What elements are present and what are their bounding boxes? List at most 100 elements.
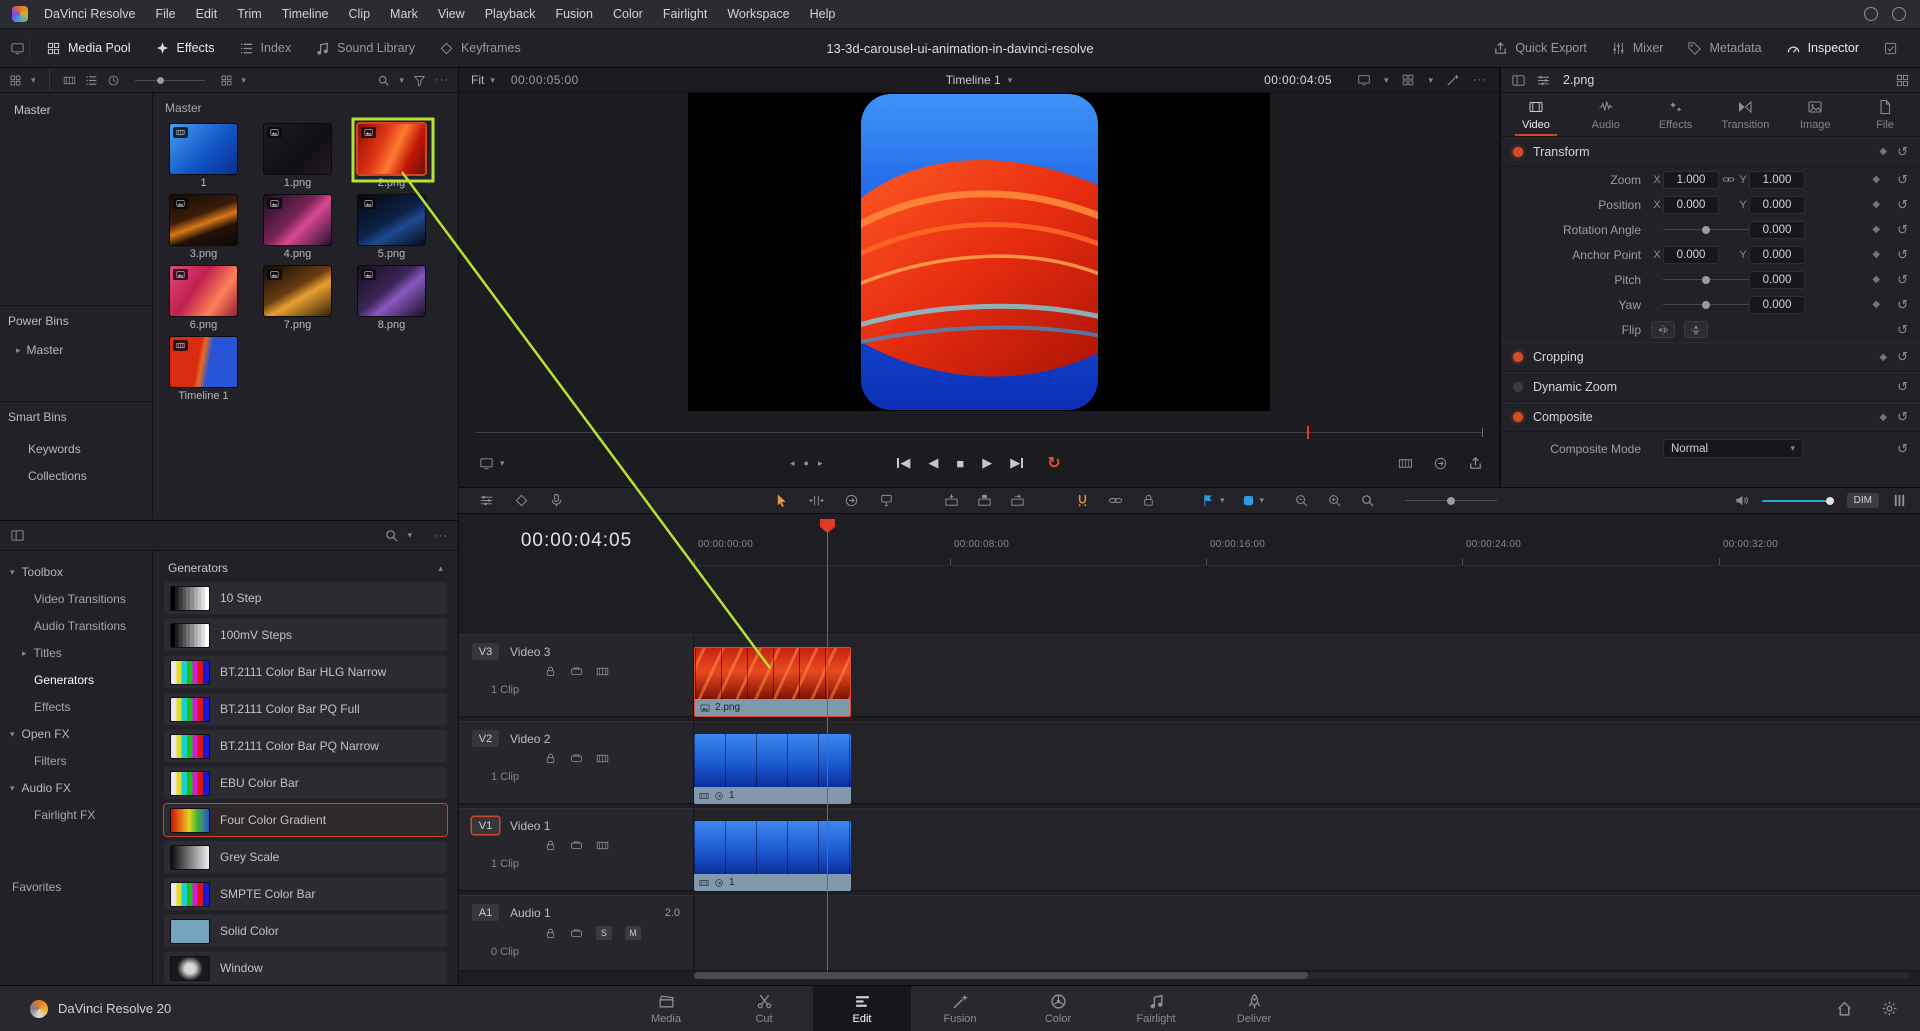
sort-icon[interactable]: [220, 74, 233, 87]
menu-help[interactable]: Help: [800, 0, 846, 29]
timeline-zoom-slider[interactable]: [1405, 494, 1497, 508]
keyframe-icon[interactable]: ◆: [1872, 274, 1880, 285]
keyframe-icon[interactable]: ◆: [1872, 174, 1880, 185]
yaw-input[interactable]: 0.000: [1749, 296, 1805, 314]
chevron-down-icon[interactable]: ▾: [1220, 496, 1225, 505]
chevron-down-icon[interactable]: ▾: [1428, 76, 1433, 85]
metadata-button[interactable]: Metadata: [1675, 29, 1773, 67]
track-enable-icon[interactable]: [596, 839, 609, 852]
generator-item[interactable]: Window: [163, 951, 448, 985]
chevron-up-icon[interactable]: ▴: [438, 564, 443, 573]
transform-enable-toggle[interactable]: [1513, 147, 1523, 157]
list-view-icon[interactable]: [85, 74, 98, 87]
category-audio-transitions[interactable]: Audio Transitions: [0, 613, 152, 640]
track-enable-icon[interactable]: [596, 665, 609, 678]
solo-button[interactable]: S: [596, 926, 612, 940]
chevron-down-icon[interactable]: ▾: [407, 531, 412, 540]
zoom-y-input[interactable]: 1.000: [1749, 171, 1805, 189]
category-generators[interactable]: Generators: [0, 667, 152, 694]
timeline-horizontal-scrollbar[interactable]: [694, 972, 1910, 979]
thumbnail-size-slider[interactable]: [135, 74, 205, 87]
track-header-v1[interactable]: V1 Video 1 1 Clip: [459, 808, 694, 891]
effects-button[interactable]: Effects: [143, 29, 227, 67]
tab-video[interactable]: Video: [1501, 93, 1571, 136]
keyframe-icon[interactable]: ◆: [1879, 146, 1887, 157]
category-open-fx[interactable]: ▾Open FX: [0, 721, 152, 748]
reset-icon[interactable]: ↺: [1897, 379, 1908, 395]
track-name[interactable]: Video 3: [510, 645, 550, 659]
media-clip[interactable]: 7.png: [263, 265, 332, 331]
position-lock-icon[interactable]: [1141, 493, 1156, 508]
media-clip[interactable]: 3.png: [169, 194, 238, 260]
transform-section-header[interactable]: Transform ◆ ↺: [1501, 137, 1920, 167]
position-x-input[interactable]: 0.000: [1663, 196, 1719, 214]
page-fairlight[interactable]: Fairlight: [1107, 986, 1205, 1031]
page-deliver[interactable]: Deliver: [1205, 986, 1303, 1031]
generator-item[interactable]: Solid Color: [163, 914, 448, 948]
reset-icon[interactable]: ↺: [1897, 272, 1908, 288]
track-lane-v3[interactable]: 2.png: [694, 634, 1920, 717]
match-frame-icon[interactable]: [1398, 456, 1413, 471]
composite-enable-toggle[interactable]: [1513, 412, 1523, 422]
track-badge[interactable]: V2: [472, 730, 499, 747]
media-clip[interactable]: 1.png: [263, 123, 332, 189]
go-to-last-frame-button[interactable]: ▶: [1010, 455, 1023, 471]
media-pool-menu-icon[interactable]: ···: [435, 74, 449, 86]
jog-dot-icon[interactable]: ●: [804, 458, 809, 468]
panel-toggle-icon[interactable]: [10, 528, 25, 543]
smart-bins-header[interactable]: Smart Bins: [8, 410, 67, 424]
auto-select-icon[interactable]: [570, 665, 583, 678]
audio-monitor-speaker-icon[interactable]: [1734, 493, 1749, 508]
menu-fusion[interactable]: Fusion: [545, 0, 603, 29]
link-xy-icon[interactable]: [1722, 173, 1735, 186]
gang-viewers-icon[interactable]: [1433, 456, 1448, 471]
sound-library-button[interactable]: Sound Library: [303, 29, 427, 67]
reset-icon[interactable]: ↺: [1897, 197, 1908, 213]
effects-menu-icon[interactable]: ···: [434, 530, 448, 542]
generator-item[interactable]: 100mV Steps: [163, 618, 448, 652]
track-badge[interactable]: V3: [472, 643, 499, 660]
menu-playback[interactable]: Playback: [475, 0, 546, 29]
play-reverse-button[interactable]: ◀: [928, 455, 938, 471]
smart-bin-keywords[interactable]: Keywords: [28, 442, 81, 456]
zoom-full-extent-icon[interactable]: [1294, 493, 1309, 508]
smart-bin-collections[interactable]: Collections: [28, 469, 87, 483]
generator-item[interactable]: BT.2111 Color Bar PQ Narrow: [163, 729, 448, 763]
zoom-x-input[interactable]: 1.000: [1663, 171, 1719, 189]
category-toolbox[interactable]: ▾Toolbox: [0, 559, 152, 586]
page-media[interactable]: Media: [617, 986, 715, 1031]
timeline-view-options-icon[interactable]: [479, 493, 494, 508]
track-badge[interactable]: A1: [472, 904, 499, 921]
rotation-input[interactable]: 0.000: [1749, 221, 1805, 239]
thumbnail-view-icon[interactable]: [9, 74, 22, 87]
playhead-line[interactable]: [827, 528, 828, 971]
timeline-ruler[interactable]: 00:00:00:00 00:00:08:00 00:00:16:00 00:0…: [694, 514, 1920, 566]
generator-item-selected[interactable]: Four Color Gradient: [163, 803, 448, 837]
pitch-slider[interactable]: [1663, 271, 1749, 289]
keyframe-icon[interactable]: ◆: [1872, 299, 1880, 310]
rotation-slider[interactable]: [1663, 221, 1749, 239]
track-header-v3[interactable]: V3 Video 3 1 Clip: [459, 634, 694, 717]
page-cut[interactable]: Cut: [715, 986, 813, 1031]
tab-file[interactable]: File: [1850, 93, 1920, 136]
go-to-first-frame-button[interactable]: ◀: [897, 455, 910, 471]
reset-icon[interactable]: ↺: [1897, 172, 1908, 188]
track-lock-icon[interactable]: [544, 927, 557, 940]
generator-item[interactable]: 10 Step: [163, 581, 448, 615]
page-color[interactable]: Color: [1009, 986, 1107, 1031]
panel-layout-button[interactable]: [1871, 29, 1910, 67]
menu-clip[interactable]: Clip: [339, 0, 381, 29]
generator-item[interactable]: SMPTE Color Bar: [163, 877, 448, 911]
chevron-down-icon[interactable]: ▾: [1260, 496, 1265, 505]
generator-item[interactable]: BT.2111 Color Bar PQ Full: [163, 692, 448, 726]
davinci-logo-icon[interactable]: [12, 6, 28, 22]
track-lock-icon[interactable]: [544, 752, 557, 765]
blade-edit-mode-icon[interactable]: [879, 493, 894, 508]
settings-gear-icon[interactable]: [1881, 1000, 1898, 1017]
keyframe-icon[interactable]: ◆: [1879, 352, 1887, 363]
collaboration-icon[interactable]: [1864, 7, 1878, 21]
video-canvas[interactable]: [688, 93, 1270, 411]
workspace-layout-icon[interactable]: [10, 41, 25, 56]
quick-export-button[interactable]: Quick Export: [1481, 29, 1599, 67]
category-effects[interactable]: Effects: [0, 694, 152, 721]
